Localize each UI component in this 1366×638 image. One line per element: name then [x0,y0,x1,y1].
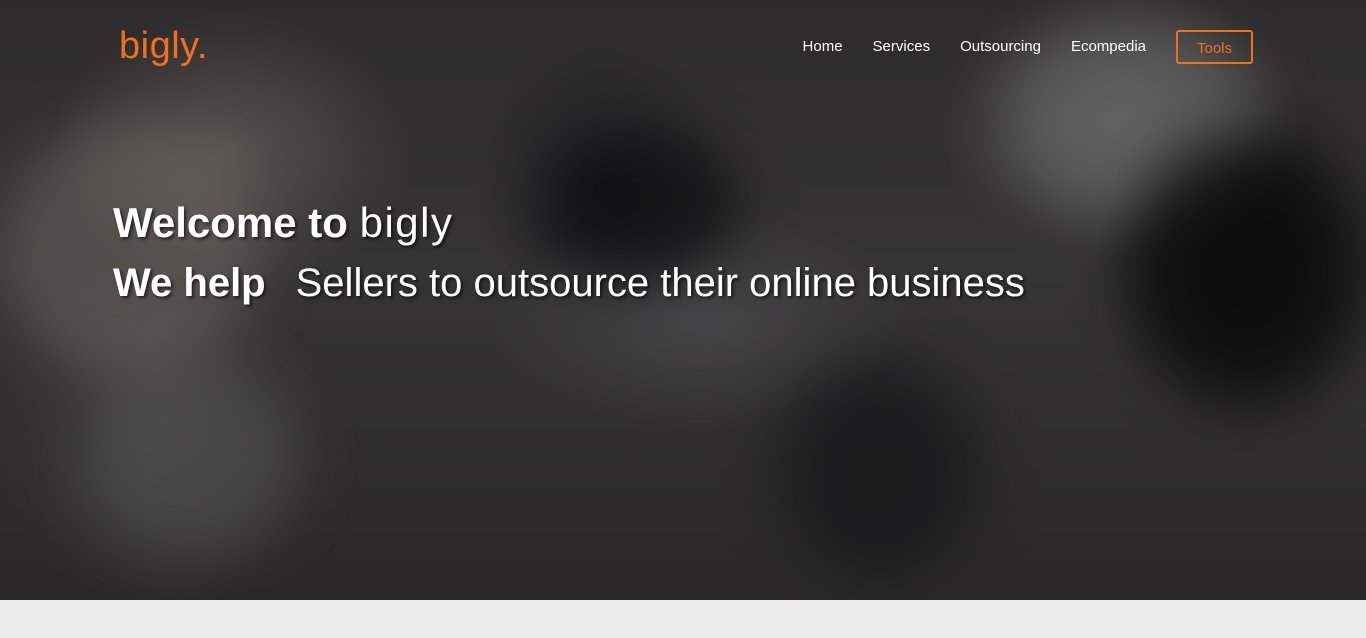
tools-button[interactable]: Tools [1176,30,1253,64]
nav-services[interactable]: Services [873,28,931,66]
logo[interactable]: bigly. [119,24,208,68]
page-content-band [0,600,1366,638]
hero-tagline: We help Sellers to outsource their online… [113,258,1025,308]
hero-section: bigly. Home Services Outsourcing Ecomped… [0,0,1366,600]
hero-tagline-lead: We help [113,261,266,305]
main-nav: Home Services Outsourcing Ecompedia Tool… [803,28,1253,66]
hero-tagline-rest: Sellers to outsource their online busine… [295,261,1025,305]
hero-title: Welcome to bigly [113,198,454,248]
nav-home[interactable]: Home [803,28,843,66]
nav-ecompedia[interactable]: Ecompedia [1071,28,1146,66]
hero-title-brand: bigly [359,199,454,246]
nav-outsourcing[interactable]: Outsourcing [960,28,1041,66]
top-navbar: bigly. Home Services Outsourcing Ecomped… [0,0,1366,92]
hero-title-lead: Welcome to [113,199,348,246]
